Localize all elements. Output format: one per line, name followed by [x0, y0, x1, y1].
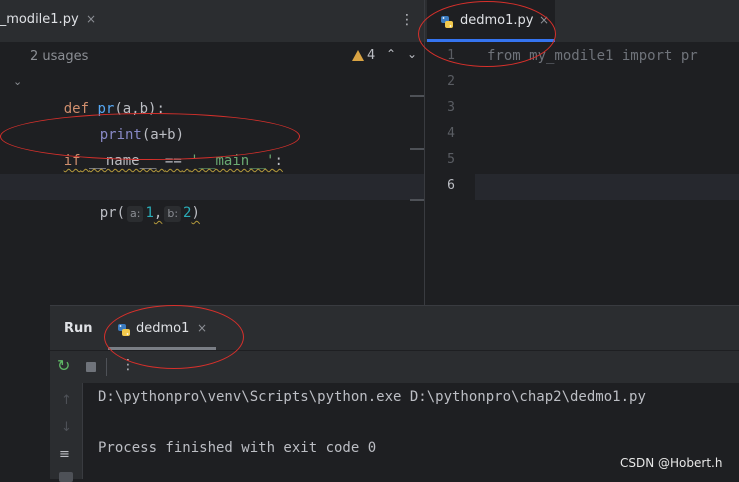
close-paren: ) — [191, 205, 200, 221]
call-pr: pr( — [99, 205, 126, 221]
arrow-up-icon[interactable]: ↑ — [61, 393, 72, 408]
comma: , — [153, 205, 163, 221]
run-panel-title: Run — [64, 321, 93, 336]
right-gutter: 1 2 3 4 5 6 — [425, 43, 475, 305]
line-number: 5 — [447, 152, 455, 167]
arrow-down-icon[interactable]: ↓ — [61, 420, 72, 435]
code-line-5: pr(a: 1, b: 2) — [66, 174, 200, 252]
current-line-highlight — [0, 174, 424, 200]
usages-hint[interactable]: 2 usages — [30, 49, 88, 64]
line-number: 4 — [447, 126, 455, 141]
annotation-ellipse — [0, 113, 300, 160]
scrollbar-marker — [410, 95, 424, 97]
stop-icon[interactable] — [86, 362, 96, 372]
current-line-highlight — [475, 174, 739, 200]
scroll-to-end-icon[interactable] — [59, 472, 73, 482]
more-options-icon[interactable]: ⋮ — [400, 12, 414, 28]
scrollbar-marker — [410, 148, 424, 150]
annotation-ellipse — [418, 1, 556, 67]
annotation-ellipse — [104, 305, 244, 369]
line-number: 2 — [447, 74, 455, 89]
fold-icon[interactable]: ⌄ — [13, 75, 22, 88]
chevron-up-icon[interactable]: ⌃ — [386, 47, 396, 61]
line-number: 3 — [447, 100, 455, 115]
warning-count: 4 — [367, 48, 376, 63]
console-line: D:\pythonpro\venv\Scripts\python.exe D:\… — [98, 389, 646, 405]
left-tab-label: y_modile1.py — [0, 12, 79, 27]
warning-icon — [352, 50, 364, 61]
left-file-tab[interactable]: y_modile1.py × — [0, 0, 108, 42]
param-hint-b: b: — [164, 206, 182, 222]
watermark: CSDN @Hobert.h — [620, 456, 723, 470]
colon: : — [274, 153, 283, 169]
toolbar-separator — [106, 358, 107, 376]
param-hint-a: a: — [127, 206, 144, 222]
line-number: 6 — [447, 178, 455, 193]
inspection-widget[interactable]: 4 ⌃ ⌄ — [352, 47, 422, 67]
arg-a: 1 — [145, 205, 154, 221]
scrollbar-marker — [410, 199, 424, 201]
chevron-down-icon[interactable]: ⌄ — [407, 47, 417, 61]
left-tab-bar: y_modile1.py × ⋮ — [0, 0, 424, 43]
close-icon[interactable]: × — [86, 12, 96, 26]
rerun-icon[interactable]: ↻ — [57, 356, 70, 375]
left-editor[interactable]: 2 usages 4 ⌃ ⌄ ⌄ def pr(a,b): print(a+b)… — [0, 43, 424, 305]
console-line: Process finished with exit code 0 — [98, 440, 377, 456]
right-editor[interactable]: 1 2 3 4 5 6 from my_modile1 import pr — [425, 43, 739, 305]
run-side-toolbar: ↑ ↓ ≡ — [50, 383, 83, 482]
soft-wrap-icon[interactable]: ≡ — [59, 447, 70, 462]
